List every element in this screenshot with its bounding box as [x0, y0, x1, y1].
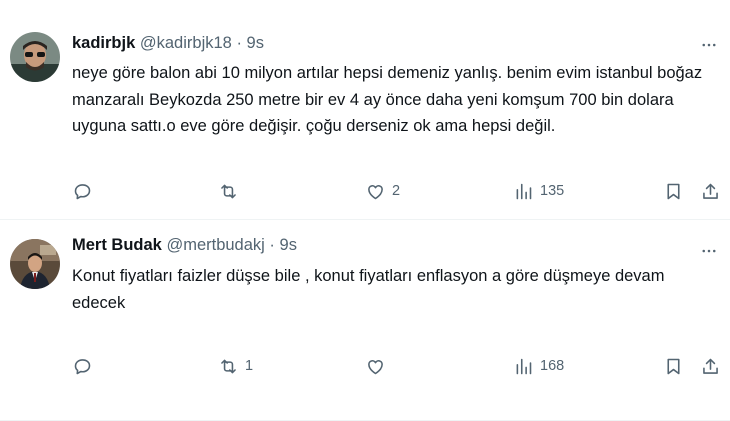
- share-upload-icon: [703, 358, 718, 374]
- retweet-icon: [221, 184, 236, 198]
- author-handle[interactable]: @mertbudakj: [166, 236, 264, 254]
- more-options-icon[interactable]: [698, 240, 720, 262]
- share-button[interactable]: [700, 178, 721, 204]
- reply-button[interactable]: [72, 178, 99, 204]
- tweet-text: Konut fiyatları faizler düşse bile , kon…: [72, 267, 665, 312]
- author-handle[interactable]: @kadirbjk18: [140, 34, 232, 52]
- author-name[interactable]: kadirbjk: [72, 34, 135, 52]
- view-count: 135: [540, 183, 565, 199]
- retweet-button[interactable]: [218, 178, 245, 204]
- author-name[interactable]: Mert Budak: [72, 236, 162, 254]
- tweet-actions: 2 135: [0, 178, 730, 204]
- tweet-header: Mert Budak @mertbudakj · 9s: [72, 236, 297, 255]
- more-options-icon[interactable]: [698, 34, 720, 56]
- views-button[interactable]: 135: [513, 178, 564, 204]
- retweet-count: 1: [245, 358, 254, 374]
- like-count: 2: [392, 183, 401, 199]
- tweet[interactable]: Mert Budak @mertbudakj · 9s Konut fiyatl…: [0, 220, 730, 421]
- tweet-header: kadirbjk @kadirbjk18 · 9s: [72, 34, 264, 53]
- reply-bubble-icon: [74, 358, 91, 374]
- separator-dot: ·: [269, 236, 275, 254]
- bookmark-icon: [667, 183, 680, 199]
- tweet-actions: 1 168: [0, 353, 730, 379]
- timestamp[interactable]: 9s: [247, 34, 264, 52]
- views-button[interactable]: 168: [513, 353, 564, 379]
- share-upload-icon: [703, 183, 718, 199]
- view-count: 168: [540, 358, 565, 374]
- bookmark-icon: [667, 358, 680, 374]
- avatar[interactable]: [10, 239, 60, 289]
- views-bar-chart-icon: [516, 358, 532, 374]
- retweet-button[interactable]: 1: [218, 353, 253, 379]
- reply-bubble-icon: [74, 183, 91, 199]
- heart-icon: [368, 184, 383, 199]
- tweet-text: neye göre balon abi 10 milyon artılar he…: [72, 64, 703, 135]
- reply-button[interactable]: [72, 353, 99, 379]
- timestamp[interactable]: 9s: [280, 236, 297, 254]
- share-button[interactable]: [700, 353, 721, 379]
- bookmark-button[interactable]: [663, 178, 684, 204]
- avatar[interactable]: [10, 32, 60, 82]
- views-bar-chart-icon: [516, 183, 532, 199]
- like-button[interactable]: [365, 353, 392, 379]
- bookmark-button[interactable]: [663, 353, 684, 379]
- heart-icon: [368, 359, 383, 374]
- tweet[interactable]: kadirbjk @kadirbjk18 · 9s neye göre balo…: [0, 0, 730, 220]
- separator-dot: ·: [236, 34, 242, 52]
- retweet-icon: [221, 359, 236, 373]
- like-button[interactable]: 2: [365, 178, 400, 204]
